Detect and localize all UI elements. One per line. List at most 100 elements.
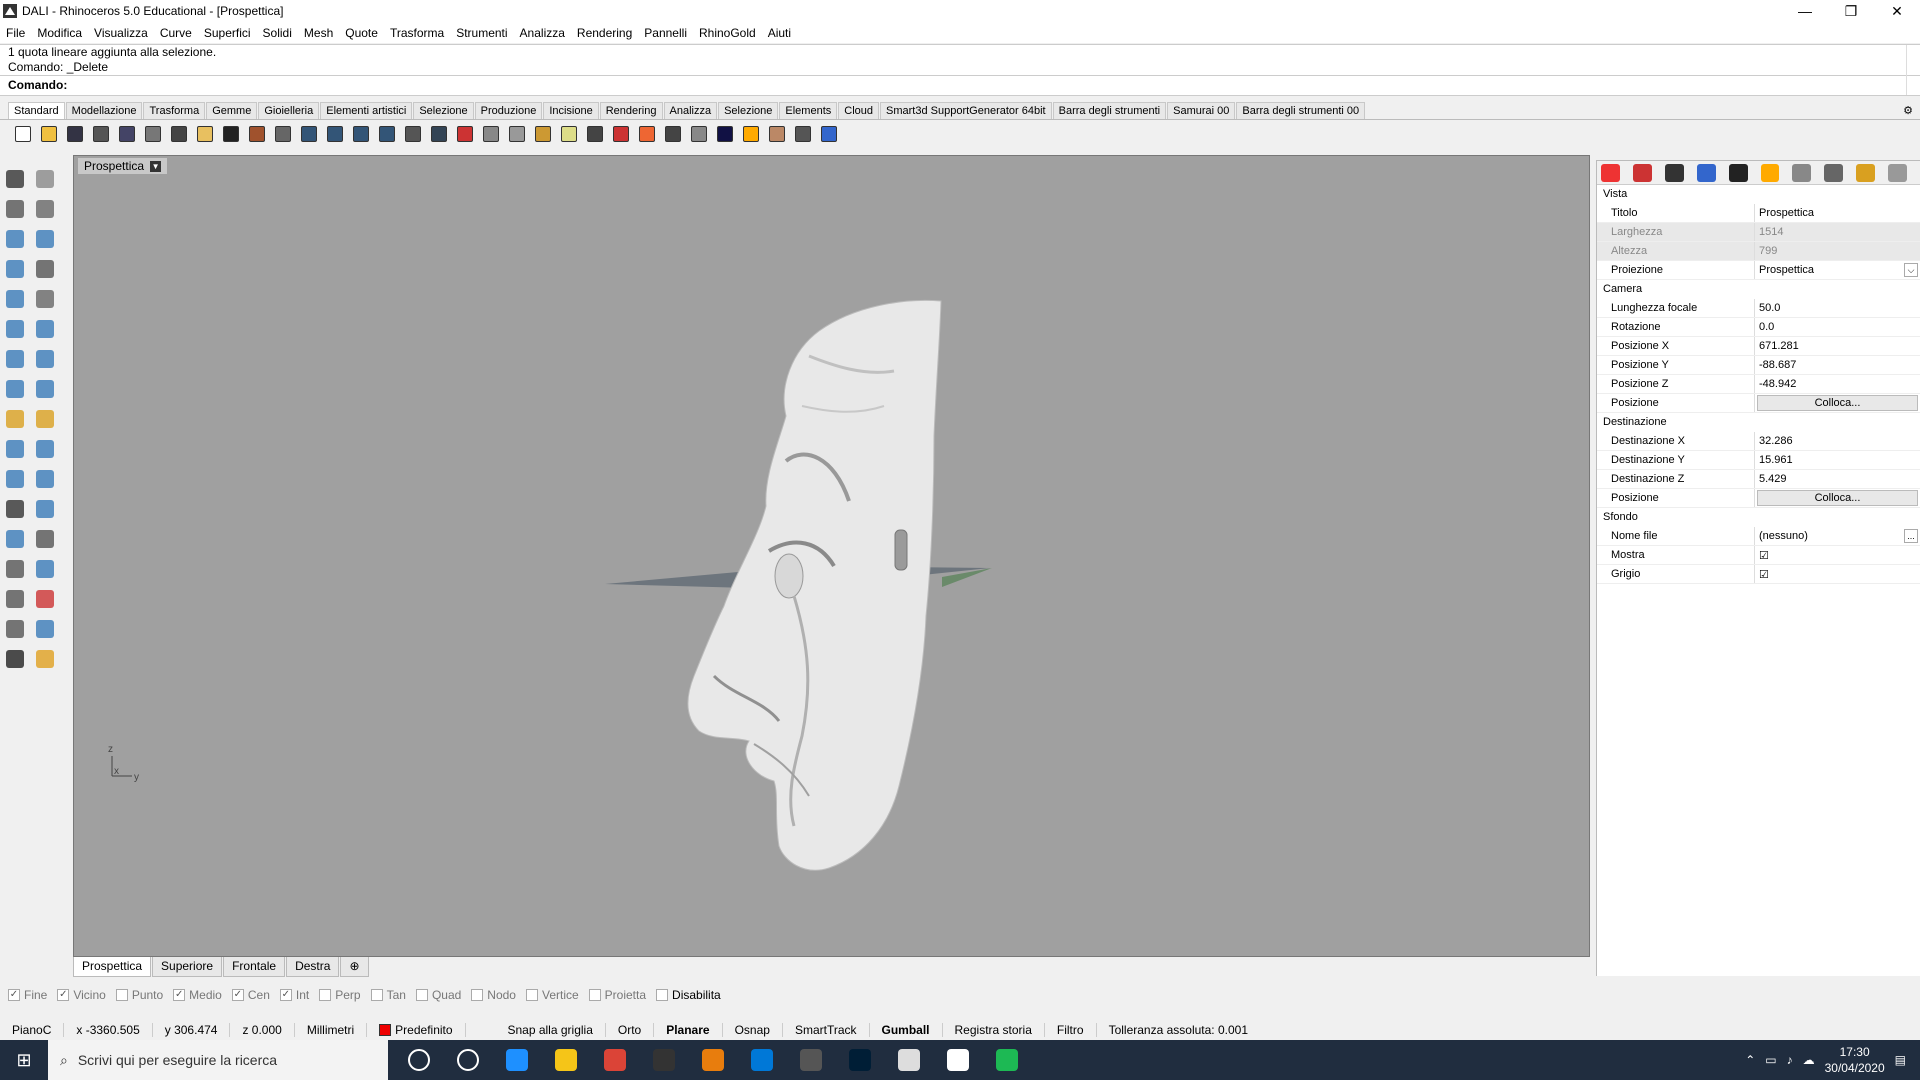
polygon-tool-icon[interactable] xyxy=(2,286,28,312)
menu-item-rendering[interactable]: Rendering xyxy=(571,26,638,40)
toolbar-tab[interactable]: Standard xyxy=(8,102,65,119)
mail-icon[interactable] xyxy=(737,1040,786,1080)
projection-select[interactable]: Prospettica ⌵ xyxy=(1755,261,1920,279)
toolbar-tab[interactable]: Samurai 00 xyxy=(1167,102,1236,119)
prop-row-destz[interactable]: Destinazione Z 5.429 xyxy=(1597,470,1920,489)
rhino-icon[interactable] xyxy=(639,1040,688,1080)
filter-icon[interactable] xyxy=(738,122,764,146)
settings-icon[interactable] xyxy=(764,122,790,146)
block-tool-icon[interactable] xyxy=(32,586,58,612)
chevron-down-icon[interactable]: ⌵ xyxy=(1904,263,1918,277)
polyline-tool-icon[interactable] xyxy=(2,196,28,222)
print-icon[interactable] xyxy=(88,122,114,146)
prop-row-mostra[interactable]: Mostra ☑ xyxy=(1597,546,1920,565)
menu-item-pannelli[interactable]: Pannelli xyxy=(638,26,693,40)
lock-icon[interactable] xyxy=(582,122,608,146)
restore-button[interactable]: ❐ xyxy=(1828,3,1874,20)
array-tool-icon[interactable] xyxy=(2,556,28,582)
toolbar-tab[interactable]: Gioielleria xyxy=(258,102,320,119)
layer-indicator[interactable]: Predefinito xyxy=(367,1023,466,1037)
gumball-tool-icon[interactable] xyxy=(2,586,28,612)
notifications-icon[interactable]: ▤ xyxy=(1895,1053,1906,1067)
analyze-tool-icon[interactable] xyxy=(2,616,28,642)
osnap-cen[interactable]: ✓ Cen xyxy=(231,988,270,1002)
checkbox-icon[interactable] xyxy=(588,989,601,1001)
toolbar-tab[interactable]: Gemme xyxy=(206,102,258,119)
toolbar-tab[interactable]: Barra degli strumenti xyxy=(1052,102,1167,119)
colloca-camera-button[interactable]: Colloca... xyxy=(1757,395,1918,411)
extrude-tool-icon[interactable] xyxy=(2,376,28,402)
explode-tool-icon[interactable] xyxy=(2,406,28,432)
sphere-ghost-icon[interactable] xyxy=(686,122,712,146)
prop-row-focal[interactable]: Lunghezza focale 50.0 xyxy=(1597,299,1920,318)
rectangle-tool-icon[interactable] xyxy=(32,256,58,282)
undo-icon[interactable] xyxy=(218,122,244,146)
close-button[interactable]: ✕ xyxy=(1874,3,1920,20)
prop-value[interactable]: 32.286 xyxy=(1755,432,1920,450)
menu-item-strumenti[interactable]: Strumenti xyxy=(450,26,513,40)
checkbox-icon[interactable] xyxy=(415,989,428,1001)
toolbar-tab[interactable]: Incisione xyxy=(543,102,599,119)
volume-icon[interactable]: ♪ xyxy=(1787,1053,1793,1067)
osnap-perp[interactable]: Perp xyxy=(319,988,361,1002)
box-tab-icon[interactable] xyxy=(1824,163,1844,182)
mesh-tool-icon[interactable] xyxy=(2,466,28,492)
fillet-tool-icon[interactable] xyxy=(2,496,28,522)
checkbox-icon[interactable]: ✓ xyxy=(173,989,186,1001)
material-tab-icon[interactable] xyxy=(1632,163,1652,182)
menu-item-analizza[interactable]: Analizza xyxy=(514,26,571,40)
display-tab-icon[interactable] xyxy=(1664,163,1684,182)
windows-start-icon[interactable]: ⊞ xyxy=(0,1040,48,1080)
toolbar-tab[interactable]: Barra degli strumenti 00 xyxy=(1236,102,1366,119)
arc-tool-icon[interactable] xyxy=(2,256,28,282)
prop-value[interactable]: 50.0 xyxy=(1755,299,1920,317)
prop-value[interactable]: 0.0 xyxy=(1755,318,1920,336)
text-object-tool-icon[interactable] xyxy=(2,526,28,552)
clock[interactable]: 17:30 30/04/2020 xyxy=(1825,1044,1885,1076)
units-label[interactable]: Millimetri xyxy=(295,1023,368,1037)
menu-item-aiuti[interactable]: Aiuti xyxy=(762,26,797,40)
select-tool-icon[interactable] xyxy=(2,166,28,192)
help-icon[interactable] xyxy=(816,122,842,146)
view-tab-superiore[interactable]: Superiore xyxy=(152,957,223,977)
smarttrack-toggle[interactable]: SmartTrack xyxy=(783,1023,870,1037)
menu-item-modifica[interactable]: Modifica xyxy=(31,26,88,40)
snap-grid-icon[interactable] xyxy=(530,122,556,146)
checkbox-icon[interactable] xyxy=(370,989,383,1001)
checkbox-icon[interactable]: ✓ xyxy=(8,989,20,1001)
point-on-icon[interactable] xyxy=(504,122,530,146)
check-tool-icon[interactable] xyxy=(2,646,28,672)
menu-item-solidi[interactable]: Solidi xyxy=(257,26,298,40)
gear-tab-icon[interactable] xyxy=(1888,163,1908,182)
offset-tool-icon[interactable] xyxy=(32,496,58,522)
menu-item-file[interactable]: File xyxy=(0,26,31,40)
checkbox-icon[interactable] xyxy=(115,989,128,1001)
checkbox-icon[interactable]: ✓ xyxy=(57,989,70,1001)
checkbox-icon[interactable] xyxy=(319,989,332,1001)
prop-row-grigio[interactable]: Grigio ☑ xyxy=(1597,565,1920,584)
checkbox-icon[interactable] xyxy=(471,989,484,1001)
menu-item-mesh[interactable]: Mesh xyxy=(298,26,339,40)
save-icon[interactable] xyxy=(62,122,88,146)
checkbox-icon[interactable]: ✓ xyxy=(231,989,244,1001)
group-tool-icon[interactable] xyxy=(32,556,58,582)
prop-value[interactable]: 15.961 xyxy=(1755,451,1920,469)
chrome-icon[interactable] xyxy=(590,1040,639,1080)
filter-toggle[interactable]: Filtro xyxy=(1045,1023,1097,1037)
light-tab-icon[interactable] xyxy=(1760,163,1780,182)
store-icon[interactable] xyxy=(492,1040,541,1080)
open-file-icon[interactable] xyxy=(36,122,62,146)
osnap-tan[interactable]: Tan xyxy=(370,988,406,1002)
command-prompt[interactable]: Comando: xyxy=(0,75,1920,94)
import-icon[interactable] xyxy=(114,122,140,146)
toolbar-tab[interactable]: Smart3d SupportGenerator 64bit xyxy=(880,102,1052,119)
car-icon[interactable] xyxy=(452,122,478,146)
grigio-checkbox[interactable]: ☑ xyxy=(1759,569,1769,581)
calculator-icon[interactable] xyxy=(786,1040,835,1080)
curve-tool-icon[interactable] xyxy=(32,196,58,222)
pan-icon[interactable] xyxy=(244,122,270,146)
checkbox-icon[interactable] xyxy=(656,989,669,1001)
toolbar-tab[interactable]: Selezione xyxy=(413,102,474,119)
prop-row-posz[interactable]: Posizione Z -48.942 xyxy=(1597,375,1920,394)
mostra-checkbox[interactable]: ☑ xyxy=(1759,550,1769,562)
